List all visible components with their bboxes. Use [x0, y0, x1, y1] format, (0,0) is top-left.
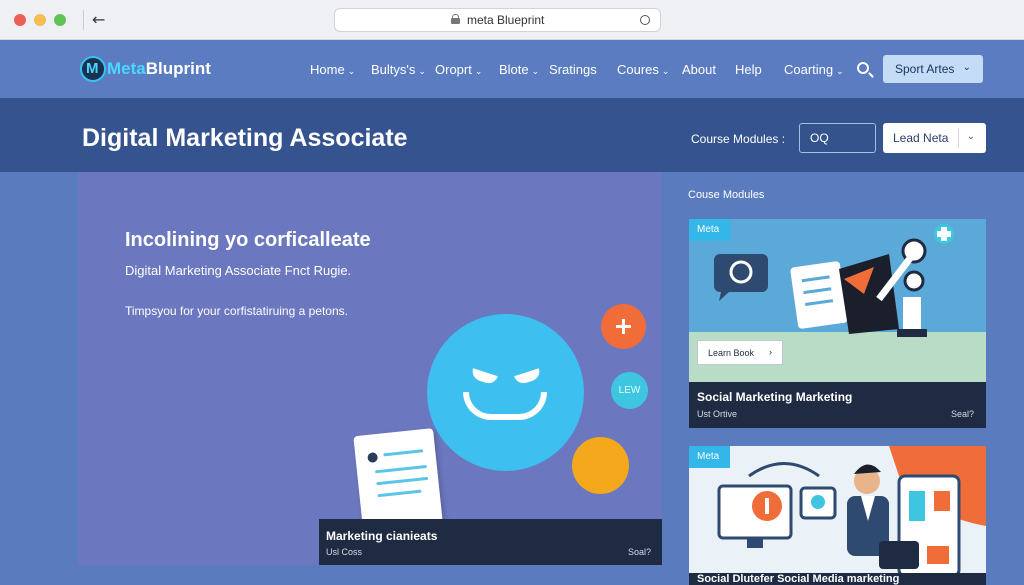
chevron-right-icon: ›: [769, 347, 772, 357]
module-card-link[interactable]: Seal?: [951, 409, 974, 419]
hero-caption[interactable]: Marketing cianieats Usl Coss Soal?: [319, 519, 662, 565]
document-line: [383, 449, 424, 457]
back-arrow-icon[interactable]: ←: [92, 10, 105, 29]
module-card[interactable]: Meta Social Dlutefer Social Media market…: [689, 446, 986, 585]
orange-circle-decoration: [572, 437, 629, 494]
close-window-button[interactable]: [14, 14, 26, 26]
meta-badge: Meta: [689, 219, 730, 241]
minimize-window-button[interactable]: [34, 14, 46, 26]
module-card-sub: Ust Ortive: [697, 409, 738, 419]
sidebar-section-label: Couse Modules: [688, 189, 765, 201]
chevron-down-icon: ⌄: [966, 131, 975, 142]
toolbar-divider: [83, 10, 84, 30]
hero-caption-title: Marketing cianieats: [326, 529, 438, 543]
smiling-face-illustration: [427, 314, 584, 471]
chevron-down-icon: ⌄: [661, 66, 670, 76]
top-nav: MetaBluprint Home⌄ Bultys's⌄ Oroprt⌄ Blo…: [0, 40, 1024, 98]
document-line: [376, 476, 429, 486]
lock-icon: [451, 14, 460, 24]
nav-item-bultys[interactable]: Bultys's ⌄: [371, 62, 426, 77]
face-eye-left: [470, 368, 498, 386]
learn-book-button[interactable]: Learn Book ›: [697, 340, 783, 365]
chevron-down-icon: ⌄: [418, 66, 426, 76]
hero-description: Timpsyou for your corfistatiruing a peto…: [125, 304, 348, 318]
chevron-down-icon: ⌄: [474, 66, 483, 76]
brand-name-part1: Meta: [107, 59, 146, 78]
browser-chrome: ← meta Blueprint: [0, 0, 1024, 40]
module-card[interactable]: Meta Learn Book › Social Marketing Marke…: [689, 219, 986, 428]
hero-banner: Incolining yo corficalleate Digital Mark…: [78, 172, 662, 565]
meta-logo-icon[interactable]: [80, 56, 106, 82]
marketing-person-illustration: [717, 446, 986, 578]
title-band: Digital Marketing Associate Course Modul…: [0, 98, 1024, 172]
nav-item-help[interactable]: Help: [735, 62, 762, 77]
nav-item-coures[interactable]: Coures ⌄: [617, 62, 669, 77]
document-line: [377, 489, 422, 498]
module-card-caption: Social Dlutefer Social Media marketing: [689, 573, 986, 585]
chevron-down-icon: ⌄: [836, 66, 844, 76]
plus-icon[interactable]: [601, 304, 646, 349]
face-eye-right: [514, 368, 542, 386]
page-title: Digital Marketing Associate: [82, 124, 408, 152]
hero-heading: Incolining yo corficalleate: [125, 229, 371, 251]
brand-logo[interactable]: MetaBluprint: [107, 59, 211, 79]
dropdown-divider: [958, 128, 959, 148]
nav-item-coarting[interactable]: Coarting ⌄: [784, 62, 844, 77]
lew-badge: LEW: [611, 372, 648, 409]
course-modules-label: Course Modules :: [691, 132, 786, 146]
meta-badge: Meta: [689, 446, 730, 468]
module-card-title: Social Marketing Marketing: [697, 390, 853, 404]
lead-meta-dropdown[interactable]: Lead Neta ⌄: [883, 123, 986, 153]
maximize-window-button[interactable]: [54, 14, 66, 26]
address-text[interactable]: meta Blueprint: [467, 13, 544, 27]
document-line: [374, 464, 427, 474]
brand-name-part2: Bluprint: [145, 59, 211, 78]
nav-item-home[interactable]: Home ⌄: [310, 62, 355, 77]
chevron-down-icon: ⌄: [962, 62, 971, 73]
nav-item-about[interactable]: About: [682, 62, 716, 77]
nav-item-blote[interactable]: Blote ⌄: [499, 62, 539, 77]
chevron-down-icon: ⌄: [347, 66, 356, 76]
hero-caption-link[interactable]: Soal?: [628, 547, 651, 557]
face-mouth: [463, 392, 547, 420]
module-card-title: Social Dlutefer Social Media marketing: [697, 573, 900, 585]
nav-item-sratings[interactable]: Sratings: [549, 62, 597, 77]
course-modules-input[interactable]: [799, 123, 876, 153]
module-card-illustration: [689, 446, 986, 585]
reload-icon[interactable]: [640, 15, 650, 25]
nav-item-oroprt[interactable]: Oroprt ⌄: [435, 62, 482, 77]
address-bar[interactable]: meta Blueprint: [334, 8, 661, 32]
sport-artes-button[interactable]: Sport Artes ⌄: [883, 55, 983, 83]
document-bullet: [367, 452, 379, 464]
hero-subheading: Digital Marketing Associate Fnct Rugie.: [125, 263, 352, 278]
chevron-down-icon: ⌄: [531, 66, 540, 76]
search-icon[interactable]: [857, 62, 869, 74]
document-icon: [353, 428, 443, 530]
module-card-caption: Social Marketing Marketing Ust Ortive Se…: [689, 382, 986, 428]
hero-caption-sub: Usl Coss: [326, 547, 363, 557]
